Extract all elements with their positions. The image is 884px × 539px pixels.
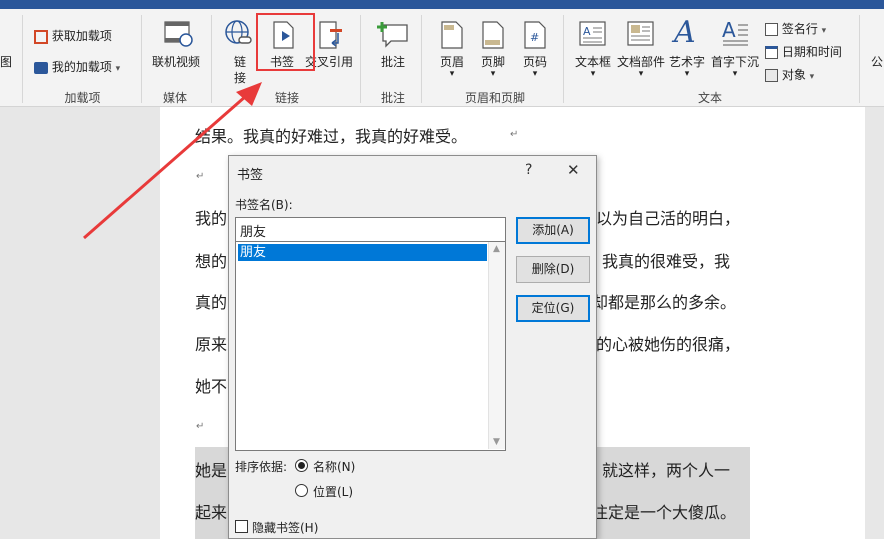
pointer-arrow-annotation bbox=[83, 82, 262, 240]
